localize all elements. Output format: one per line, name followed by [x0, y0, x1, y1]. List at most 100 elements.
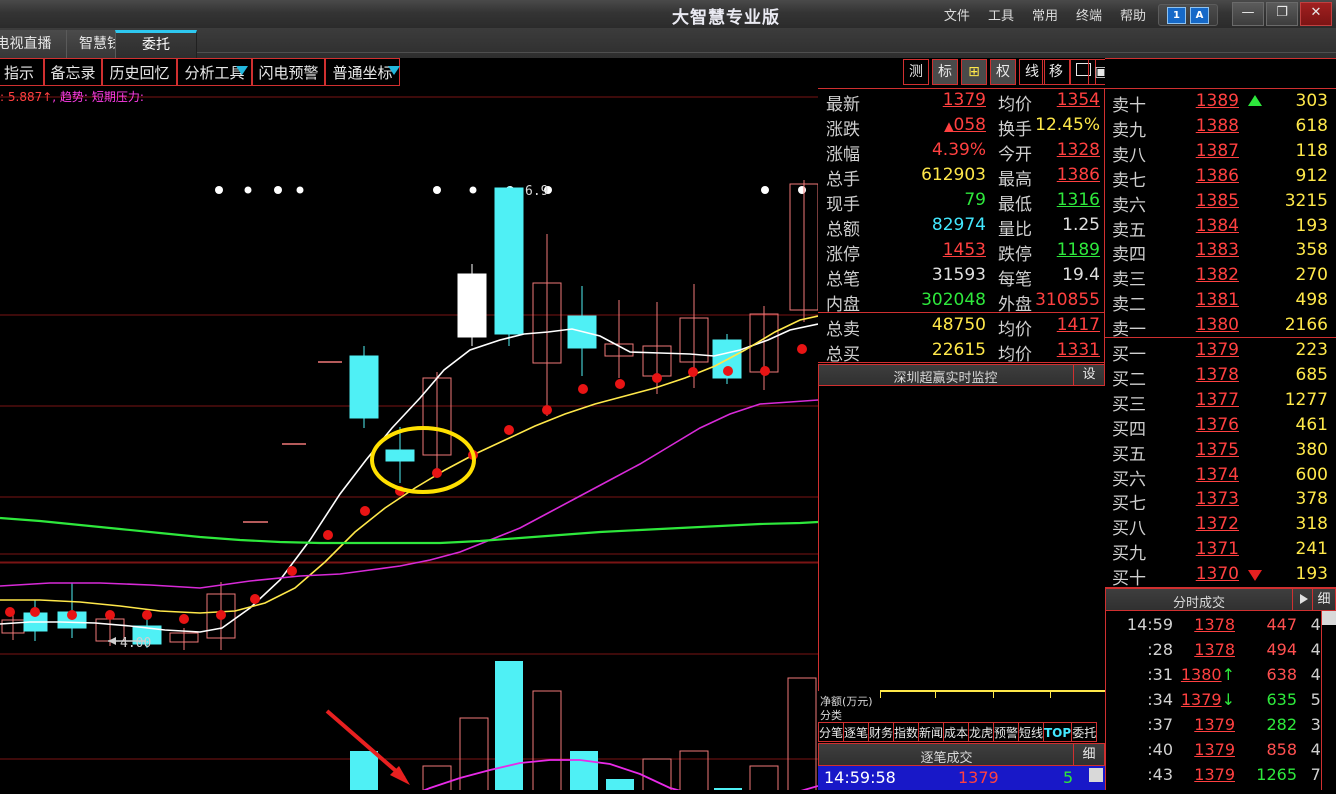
- order-book-row[interactable]: 卖四 1383 358: [1105, 238, 1336, 265]
- quote-value: 31593: [931, 265, 986, 285]
- up-triangle-icon: ▲: [944, 119, 954, 133]
- toggle-yi[interactable]: 移: [1042, 59, 1070, 85]
- mini-tab-3[interactable]: 指数: [893, 722, 919, 742]
- quote-value: 82974: [931, 215, 986, 235]
- mini-tab-10[interactable]: 委托: [1071, 722, 1098, 742]
- tick-volume: 635: [1266, 690, 1297, 709]
- order-book-row[interactable]: 卖六 1385 3215: [1105, 189, 1336, 216]
- chart-canvas[interactable]: 6.9 4.00: [0, 88, 819, 794]
- mini-tab-6[interactable]: 龙虎: [968, 722, 994, 742]
- toggle-crosshair-icon[interactable]: ⊞: [961, 59, 987, 85]
- volume-bars: [350, 661, 817, 794]
- scroll-up-icon[interactable]: [1322, 611, 1336, 625]
- order-book-row[interactable]: 买五 1375 380: [1105, 438, 1336, 465]
- mini-tab-1[interactable]: 逐笔: [843, 722, 869, 742]
- minimize-button[interactable]: —: [1232, 2, 1264, 26]
- order-book-row[interactable]: 卖九 1388 618: [1105, 114, 1336, 141]
- toolbar-button-history[interactable]: 历史回忆: [102, 58, 177, 86]
- order-book-row[interactable]: 卖三 1382 270: [1105, 263, 1336, 290]
- order-book-row[interactable]: 买一 1379 223: [1105, 338, 1336, 365]
- tick-time: :40: [1147, 740, 1173, 759]
- window-controls[interactable]: — ❐ ✕: [1232, 2, 1332, 26]
- quote-label: 最新: [826, 95, 860, 115]
- tick-row[interactable]: 14:59137844744: [1105, 613, 1331, 638]
- quote-value-2: 1.25: [1062, 215, 1100, 235]
- mini-tab-4[interactable]: 新闻: [918, 722, 944, 742]
- tick-row[interactable]: :37137928230: [1105, 713, 1331, 738]
- ime-indicator[interactable]: 1 A: [1158, 4, 1218, 26]
- ime-lang-icon[interactable]: A: [1190, 6, 1209, 24]
- tab-tv-live[interactable]: 电视直播: [0, 30, 67, 58]
- tick-row[interactable]: :341379↓63556: [1105, 688, 1331, 713]
- order-book-row[interactable]: 买七 1373 378: [1105, 487, 1336, 514]
- order-book-row[interactable]: 买二 1378 685: [1105, 363, 1336, 390]
- order-book-label: 买九: [1112, 544, 1146, 564]
- tab-entrust[interactable]: 委托: [115, 30, 197, 61]
- mini-tab-9[interactable]: TOP: [1043, 722, 1073, 742]
- menu-item-file[interactable]: 文件: [944, 5, 970, 24]
- zhubi-scroll-up-icon[interactable]: [1089, 768, 1103, 782]
- order-book-row[interactable]: 买三 1377 1277: [1105, 388, 1336, 415]
- tick-scrollbar[interactable]: [1321, 611, 1336, 790]
- tick-row[interactable]: :431379126571: [1105, 763, 1331, 788]
- monitor-body[interactable]: [818, 386, 1107, 691]
- quote-value-2: 1328: [1056, 140, 1100, 160]
- order-book-price: 1371: [1195, 539, 1239, 559]
- chevron-down-icon-2[interactable]: [388, 66, 400, 75]
- order-book-price: 1385: [1195, 191, 1239, 211]
- order-book-row[interactable]: 卖二 1381 498: [1105, 288, 1336, 315]
- chevron-down-icon[interactable]: [236, 66, 248, 75]
- quote-value: 302048: [921, 290, 986, 310]
- menu-item-tools[interactable]: 工具: [988, 5, 1014, 24]
- order-book-volume: 3215: [1284, 191, 1328, 211]
- menu-item-help[interactable]: 帮助: [1120, 5, 1146, 24]
- toggle-quan[interactable]: 权: [990, 59, 1016, 85]
- order-book-row[interactable]: 卖五 1384 193: [1105, 214, 1336, 241]
- order-book-label: 卖四: [1112, 245, 1146, 265]
- order-book-row[interactable]: 买六 1374 600: [1105, 463, 1336, 490]
- menu-item-common[interactable]: 常用: [1032, 5, 1058, 24]
- monitor-title: 深圳超赢实时监控: [893, 371, 998, 386]
- mini-tab-8[interactable]: 短线: [1018, 722, 1044, 742]
- toggle-biao[interactable]: 标: [932, 59, 958, 85]
- mini-tab-5[interactable]: 成本: [943, 722, 969, 742]
- tick-volume: 282: [1266, 715, 1297, 734]
- toggle-ce[interactable]: 测: [903, 59, 929, 85]
- order-book-row[interactable]: 卖十 1389 303: [1105, 89, 1336, 116]
- chart-area[interactable]: : 5.887↑, 趋势: 短期压力: 6.9 4.00: [0, 88, 819, 794]
- menu-bar[interactable]: 文件 工具 常用 终端 帮助: [944, 5, 1146, 24]
- order-book-price: 1370: [1195, 564, 1239, 584]
- restore-button[interactable]: ❐: [1266, 2, 1298, 26]
- tick-detail-button[interactable]: 细: [1312, 589, 1335, 610]
- mini-tab-bar[interactable]: 分笔 逐笔 财务 指数 新闻 成本 龙虎 预警 短线 TOP 委托: [818, 722, 1105, 742]
- mini-tab-0[interactable]: 分笔: [818, 722, 844, 742]
- ime-mode-icon[interactable]: 1: [1167, 6, 1186, 24]
- toolbar-button-zhishi[interactable]: 指示: [0, 58, 44, 86]
- toolbar-button-alert[interactable]: 闪电预警: [252, 58, 325, 86]
- monitor-header[interactable]: 深圳超赢实时监控 设: [818, 364, 1105, 386]
- order-book-volume: 380: [1295, 440, 1328, 460]
- zhubi-selected-row[interactable]: 14:59:58 1379 5: [818, 766, 1105, 790]
- tick-up-icon: ↑: [1221, 665, 1235, 684]
- order-book-row[interactable]: 卖七 1386 912: [1105, 164, 1336, 191]
- zhubi-price: 1379: [958, 768, 999, 787]
- menu-item-terminal[interactable]: 终端: [1076, 5, 1102, 24]
- monitor-settings-button[interactable]: 设: [1073, 365, 1104, 385]
- toolbar-button-beiwanglu[interactable]: 备忘录: [44, 58, 102, 86]
- quote-label: 涨幅: [826, 145, 860, 165]
- order-book-row[interactable]: 卖一 1380 2166: [1105, 313, 1336, 340]
- quote-label: 总额: [826, 220, 860, 240]
- mini-tab-2[interactable]: 财务: [868, 722, 894, 742]
- tick-row[interactable]: :40137985845: [1105, 738, 1331, 763]
- tick-row[interactable]: :28137849442: [1105, 638, 1331, 663]
- tick-row[interactable]: :311380↑63847: [1105, 663, 1331, 688]
- order-book-row[interactable]: 买八 1372 318: [1105, 512, 1336, 539]
- close-button[interactable]: ✕: [1300, 2, 1332, 26]
- zhubi-detail-button[interactable]: 细: [1073, 744, 1104, 765]
- order-book-row[interactable]: 买十 1370 193: [1105, 562, 1336, 589]
- order-book-row[interactable]: 买四 1376 461: [1105, 413, 1336, 440]
- order-book-row[interactable]: 卖八 1387 118: [1105, 139, 1336, 166]
- order-book-row[interactable]: 买九 1371 241: [1105, 537, 1336, 564]
- mini-tab-7[interactable]: 预警: [993, 722, 1019, 742]
- order-book-price: 1387: [1195, 141, 1239, 161]
